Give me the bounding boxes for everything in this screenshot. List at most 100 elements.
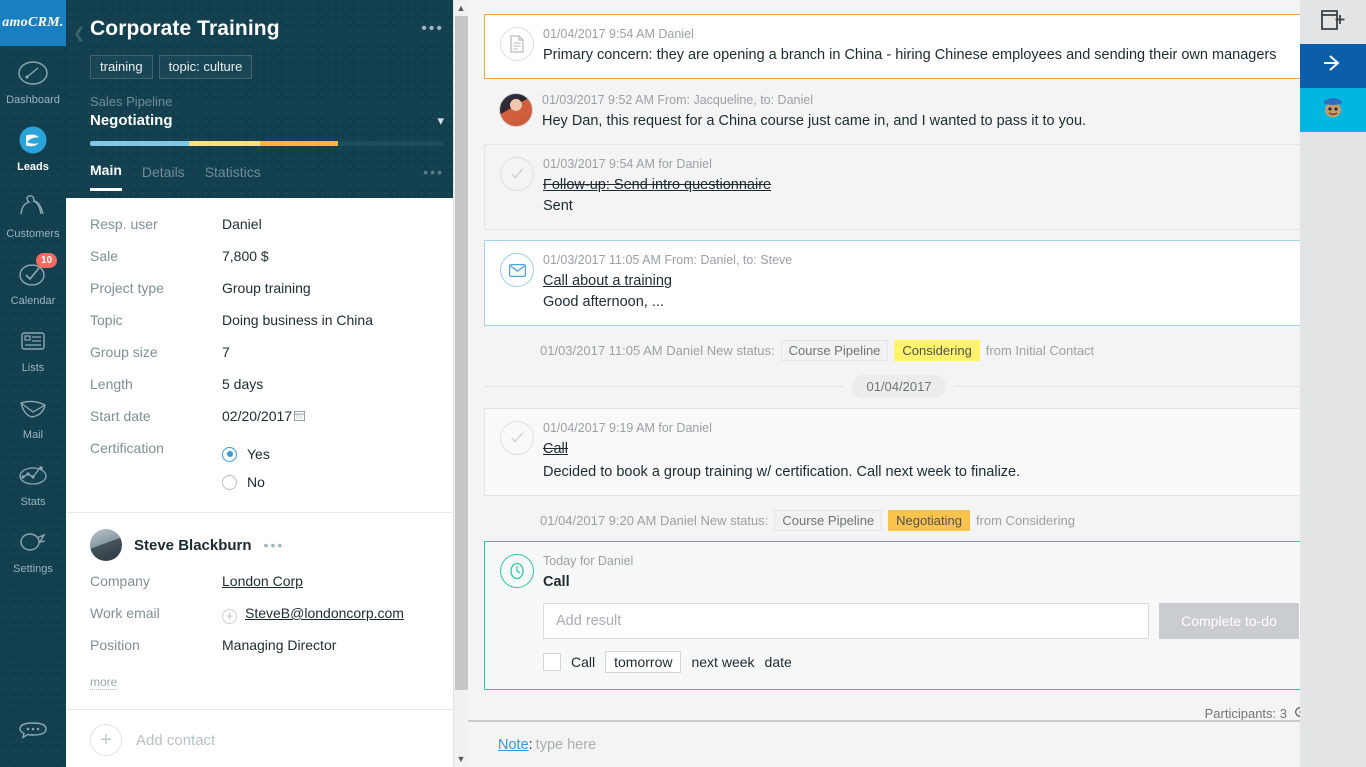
add-result-input[interactable] — [543, 603, 1149, 639]
amocrm-logo[interactable]: amoCRM. — [0, 0, 66, 46]
check-circle-icon — [500, 421, 534, 455]
scrollbar-thumb[interactable] — [455, 16, 468, 690]
sidebar-item-dashboard[interactable]: Dashboard — [0, 46, 66, 113]
sidebar-item-label: Dashboard — [6, 94, 60, 106]
telegram-icon — [1321, 54, 1345, 78]
tab-statistics[interactable]: Statistics — [205, 164, 261, 190]
note-type-link[interactable]: Note — [498, 737, 529, 753]
lead-card-body: Resp. user Daniel Sale 7,800 $ Project t… — [66, 198, 468, 767]
card-menu-button[interactable]: ••• — [421, 16, 444, 38]
todo-title: Call — [543, 574, 570, 590]
plus-icon: + — [90, 724, 122, 756]
status-stage-chip: Considering — [894, 340, 980, 361]
calendar-badge-count: 10 — [36, 253, 58, 268]
contact-row-company: Company London Corp — [90, 573, 444, 605]
show-more-link[interactable]: more — [90, 675, 118, 690]
field-value[interactable]: Managing Director — [222, 637, 336, 653]
feed-event-message[interactable]: 01/03/2017 9:52 AM From: Jacqueline, to:… — [484, 89, 1314, 138]
field-value[interactable]: Group training — [222, 280, 311, 296]
tab-main[interactable]: Main — [90, 162, 122, 191]
mail-icon — [16, 391, 50, 425]
radio-option-yes[interactable]: Yes — [222, 440, 270, 468]
tag-item[interactable]: training — [90, 55, 153, 79]
pipeline-progress-bar[interactable] — [90, 141, 444, 146]
collapse-panel-icon[interactable]: ❮ — [73, 24, 86, 42]
status-change-suffix: from Initial Contact — [985, 343, 1095, 358]
add-contact-label: Add contact — [136, 731, 216, 749]
pipeline-stage-selector[interactable]: Negotiating ▾ — [90, 112, 444, 129]
add-contact-button[interactable]: + Add contact — [66, 710, 468, 767]
field-value-link[interactable]: London Corp — [222, 573, 303, 589]
radio-label: Yes — [247, 446, 270, 462]
quick-date-custom[interactable]: date — [765, 654, 792, 670]
feed-event-task-call[interactable]: 01/04/2017 9:19 AM for Daniel Call Decid… — [484, 408, 1314, 496]
complete-todo-button[interactable]: Complete to-do — [1159, 603, 1299, 639]
field-row-project-type: Project type Group training — [90, 280, 444, 312]
lead-field-list: Resp. user Daniel Sale 7,800 $ Project t… — [66, 198, 468, 504]
feed-event-task-completed[interactable]: 01/03/2017 9:54 AM for Daniel Follow-up:… — [484, 144, 1314, 230]
status-stage-chip: Negotiating — [888, 510, 970, 531]
field-row-length: Length 5 days — [90, 376, 444, 408]
plus-circle-icon[interactable]: + — [222, 609, 237, 624]
field-value[interactable]: 02/20/2017 — [222, 408, 292, 424]
sidebar-item-label: Stats — [20, 496, 46, 508]
sidebar-item-mail[interactable]: Mail — [0, 381, 66, 448]
field-value-link[interactable]: SteveB@londoncorp.com — [245, 605, 404, 621]
feed-event-note[interactable]: 01/04/2017 9:54 AM Daniel Primary concer… — [484, 14, 1314, 79]
event-text[interactable]: Call about a training — [543, 271, 1299, 292]
sidebar-item-label: Settings — [13, 563, 53, 575]
field-label: Start date — [90, 408, 151, 424]
sidebar-item-customers[interactable]: Customers — [0, 180, 66, 247]
progress-segment — [259, 141, 338, 146]
contact-menu-button[interactable]: ••• — [264, 537, 285, 553]
scroll-up-arrow[interactable]: ▲ — [454, 0, 468, 16]
chat-support-button[interactable] — [0, 705, 66, 767]
event-body: 01/03/2017 11:05 AM From: Daniel, to: St… — [543, 251, 1299, 313]
radio-label: No — [247, 474, 265, 490]
status-change-line-1: 01/03/2017 11:05 AM Daniel New status: C… — [484, 336, 1314, 371]
participants-label: Participants: 3 — [1204, 706, 1287, 720]
todo-checkbox[interactable] — [543, 653, 561, 671]
todo-type-call[interactable]: Call — [571, 654, 595, 670]
check-circle-icon — [500, 157, 534, 191]
field-value[interactable]: 7,800 $ — [222, 248, 269, 264]
sidebar-item-lists[interactable]: Lists — [0, 314, 66, 381]
avatar[interactable] — [90, 529, 122, 561]
contact-name[interactable]: Steve Blackburn — [134, 537, 252, 554]
scroll-down-arrow[interactable]: ▼ — [454, 751, 468, 767]
quick-date-tomorrow[interactable]: tomorrow — [605, 651, 682, 673]
field-row-start-date: Start date 02/20/2017 — [90, 408, 444, 440]
pipeline-label: Sales Pipeline — [90, 94, 173, 109]
note-input-placeholder[interactable]: type here — [536, 737, 596, 753]
contact-header: Steve Blackburn ••• — [90, 529, 444, 561]
field-value[interactable]: 7 — [222, 344, 230, 360]
lead-panel-scrollbar[interactable]: ▲ ▼ — [453, 0, 468, 767]
lead-card-panel: ❮ Corporate Training ••• training topic:… — [66, 0, 468, 767]
sidebar-item-calendar[interactable]: 10 Calendar — [0, 247, 66, 314]
quick-date-next-week[interactable]: next week — [691, 654, 754, 670]
radio-option-no[interactable]: No — [222, 468, 270, 496]
sidebar-item-stats[interactable]: Stats — [0, 448, 66, 515]
field-value[interactable]: Daniel — [222, 216, 262, 232]
field-label: Work email — [90, 605, 160, 621]
field-value[interactable]: 5 days — [222, 376, 263, 392]
telegram-widget-button[interactable] — [1300, 44, 1366, 88]
mailchimp-widget-button[interactable] — [1300, 88, 1366, 132]
field-row-group-size: Group size 7 — [90, 344, 444, 376]
sidebar-item-settings[interactable]: Settings — [0, 515, 66, 582]
calendar-icon[interactable] — [294, 408, 306, 426]
tabs-menu-button[interactable]: ••• — [423, 164, 444, 190]
sidebar-item-leads[interactable]: Leads — [0, 113, 66, 180]
note-composer-bar[interactable]: Note: type here — [468, 720, 1330, 767]
tag-item[interactable]: topic: culture — [158, 55, 253, 79]
event-subtext: Good afternoon, ... — [543, 294, 664, 310]
tab-details[interactable]: Details — [142, 164, 185, 190]
field-row-sale: Sale 7,800 $ — [90, 248, 444, 280]
todo-body: Today for Daniel Call Complete to-do Cal… — [543, 552, 1299, 673]
field-row-topic: Topic Doing business in China — [90, 312, 444, 344]
event-subtext: Sent — [543, 198, 573, 214]
add-widget-button[interactable] — [1300, 0, 1366, 44]
feed-event-email[interactable]: 01/03/2017 11:05 AM From: Daniel, to: St… — [484, 240, 1314, 326]
field-value[interactable]: Doing business in China — [222, 312, 373, 328]
field-label: Group size — [90, 344, 158, 360]
